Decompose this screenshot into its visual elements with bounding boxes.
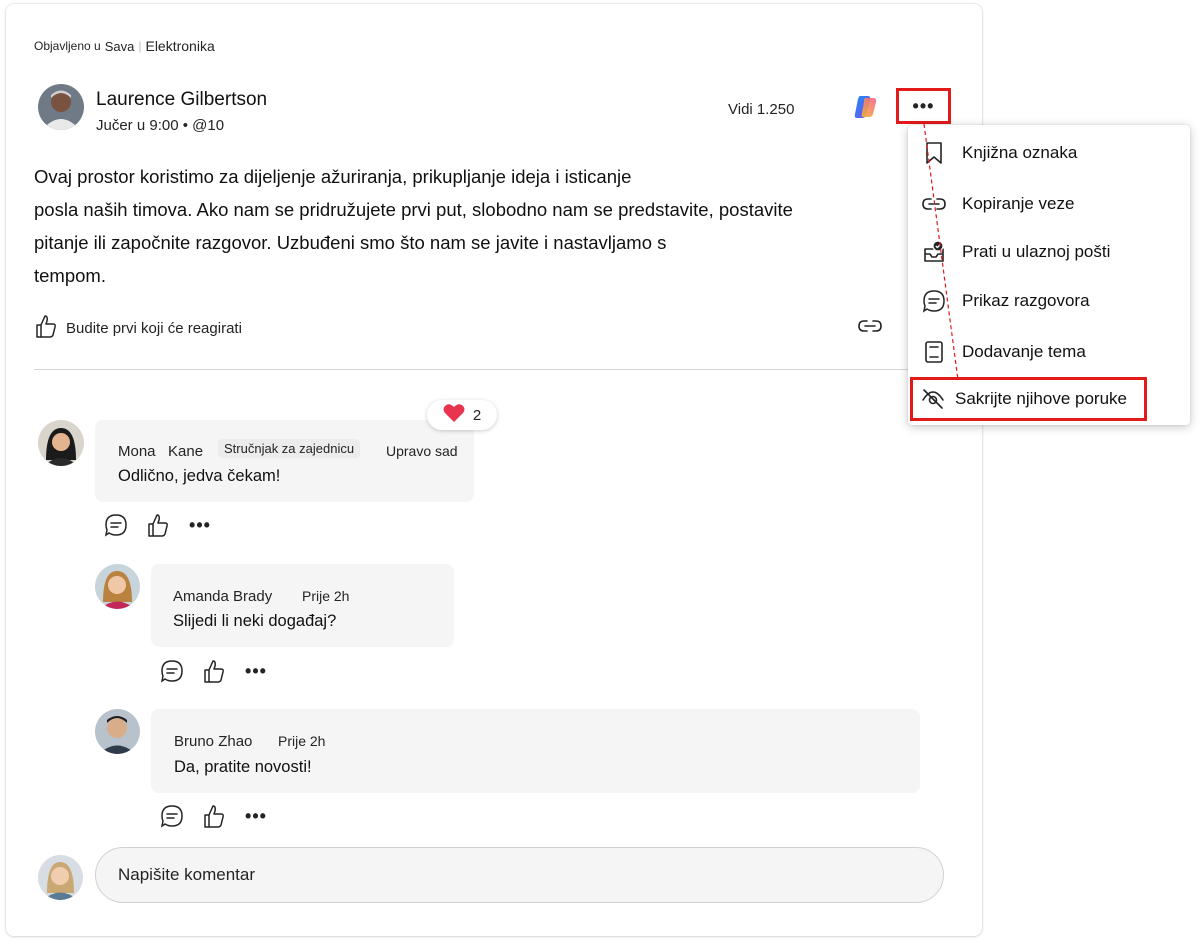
- post-body-line: tempom.: [34, 265, 106, 286]
- menu-item-label: Dodavanje tema: [962, 342, 1086, 361]
- commenter-last-name[interactable]: Kane: [168, 443, 203, 460]
- like-icon[interactable]: [202, 804, 226, 828]
- post-body-line: posla naših timova. Ako nam se pridružuj…: [34, 199, 793, 220]
- commenter-avatar[interactable]: [95, 564, 140, 609]
- like-icon[interactable]: [34, 313, 58, 343]
- comment-bubble: [95, 420, 474, 502]
- menu-item-label: Prikaz razgovora: [962, 291, 1090, 310]
- post-timestamp: Jučer u 9:00 • @10: [96, 117, 225, 134]
- commenter-name[interactable]: Bruno Zhao: [174, 733, 252, 750]
- divider: [34, 369, 950, 370]
- conversation-icon: [922, 289, 946, 313]
- community-expert-badge: Stručnjak za zajednicu: [218, 439, 361, 458]
- comment-text: Da, pratite novosti!: [174, 758, 312, 776]
- breadcrumb-prefix: Objavljeno u: [34, 39, 101, 53]
- more-icon[interactable]: •••: [244, 659, 268, 683]
- react-row[interactable]: Budite prvi koji će reagirati: [34, 313, 242, 343]
- menu-item-add-topics[interactable]: Dodavanje tema: [908, 330, 1190, 374]
- eye-off-icon: [921, 387, 945, 411]
- comment-bubble: [151, 709, 920, 793]
- menu-item-label: Sakrijte njihove poruke: [955, 389, 1127, 408]
- comment-time: Prije 2h: [278, 733, 326, 749]
- reply-icon[interactable]: [160, 804, 184, 828]
- breadcrumb-separator: |: [138, 39, 142, 53]
- commenter-avatar[interactable]: [95, 709, 140, 754]
- copy-link-icon[interactable]: [858, 316, 882, 336]
- comment-bubble: [151, 564, 454, 647]
- react-prompt[interactable]: Budite prvi koji će reagirati: [66, 320, 242, 337]
- current-user-avatar: [38, 855, 83, 900]
- like-icon[interactable]: [202, 659, 226, 683]
- breadcrumb-community[interactable]: Sava: [105, 39, 135, 54]
- commenter-avatar[interactable]: [38, 420, 84, 466]
- link-icon: [922, 192, 946, 216]
- like-icon[interactable]: [146, 513, 170, 537]
- comment-input-placeholder: Napišite komentar: [118, 865, 256, 884]
- view-count: Vidi 1.250: [728, 101, 795, 118]
- menu-item-hide-messages[interactable]: Sakrijte njihove poruke: [910, 377, 1147, 421]
- heart-icon: [443, 403, 465, 427]
- breadcrumb-group[interactable]: Elektronika: [145, 38, 214, 54]
- comment-time: Prije 2h: [302, 588, 350, 604]
- author-name[interactable]: Laurence Gilbertson: [96, 89, 267, 111]
- comment-text: Odlično, jedva čekam!: [118, 467, 281, 485]
- post-options-menu: Knjižna oznaka Kopiranje veze Prati u ul…: [908, 125, 1190, 425]
- post-body: Ovaj prostor koristimo za dijeljenje ažu…: [34, 160, 874, 292]
- more-icon[interactable]: •••: [188, 513, 212, 537]
- comment-actions: •••: [104, 513, 212, 537]
- menu-item-label: Prati u ulaznoj pošti: [962, 242, 1111, 261]
- reaction-summary[interactable]: 2: [427, 400, 497, 430]
- reply-icon[interactable]: [160, 659, 184, 683]
- more-options-button[interactable]: •••: [896, 88, 951, 124]
- breadcrumb: Objavljeno u Sava | Elektronika: [34, 38, 215, 54]
- inbox-follow-icon: [922, 240, 946, 264]
- commenter-first-name[interactable]: Mona: [118, 443, 156, 460]
- comment-text: Slijedi li neki događaj?: [173, 612, 337, 630]
- menu-item-bookmark[interactable]: Knjižna oznaka: [908, 131, 1190, 175]
- menu-item-label: Kopiranje veze: [962, 194, 1075, 213]
- menu-item-label: Knjižna oznaka: [962, 143, 1078, 162]
- reply-icon[interactable]: [104, 513, 128, 537]
- bookmark-icon: [922, 141, 946, 165]
- menu-item-copy-link[interactable]: Kopiranje veze: [908, 182, 1190, 226]
- commenter-name[interactable]: Amanda Brady: [173, 588, 272, 605]
- menu-item-follow-inbox[interactable]: Prati u ulaznoj pošti: [908, 230, 1190, 274]
- comment-input[interactable]: Napišite komentar: [95, 847, 944, 903]
- author-avatar[interactable]: [38, 84, 84, 130]
- comment-time: Upravo sad: [386, 443, 458, 459]
- menu-item-view-conversation[interactable]: Prikaz razgovora: [908, 279, 1190, 323]
- comment-actions: •••: [160, 659, 268, 683]
- more-icon[interactable]: •••: [244, 804, 268, 828]
- post-body-line: pitanje ili započnite razgovor. Uzbuđeni…: [34, 232, 667, 253]
- copilot-icon[interactable]: [852, 93, 879, 120]
- post-body-line: Ovaj prostor koristimo za dijeljenje ažu…: [34, 166, 632, 187]
- reaction-count: 2: [472, 406, 482, 424]
- topic-icon: [922, 340, 946, 364]
- comment-actions: •••: [160, 804, 268, 828]
